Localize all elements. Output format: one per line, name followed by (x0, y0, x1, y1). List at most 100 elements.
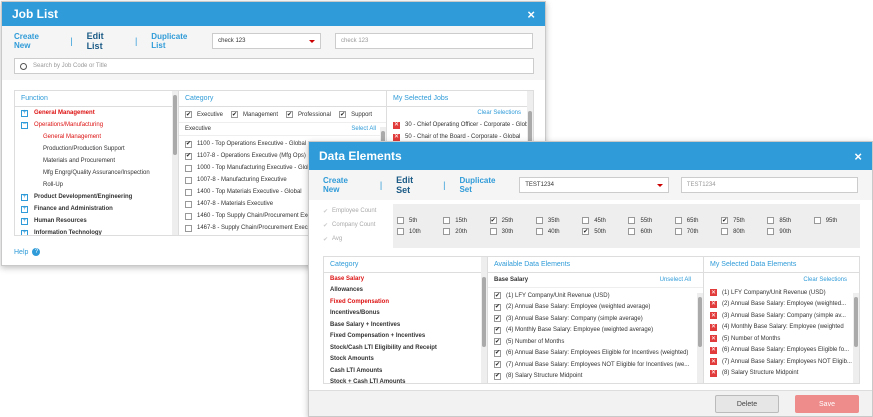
checkbox[interactable] (185, 164, 192, 172)
data-category-item[interactable]: Stock + Cash LTI Amounts (324, 377, 487, 383)
function-item[interactable]: + Human Resources (15, 215, 178, 227)
close-icon[interactable]: × (527, 7, 535, 22)
stat-option[interactable]: ✔ Avg (323, 232, 393, 246)
edit-list-link[interactable]: Edit List (87, 31, 121, 51)
percentile-option[interactable]: 35th (535, 217, 582, 224)
list-select[interactable]: check 123 (212, 33, 321, 49)
expand-icon[interactable]: + (21, 217, 28, 225)
data-category-item[interactable]: Incentives/Bonus (324, 308, 487, 320)
data-category-item[interactable]: Fixed Compensation (324, 296, 487, 308)
duplicate-list-link[interactable]: Duplicate List (151, 32, 202, 50)
percentile-option[interactable]: ✔ 25th (489, 217, 536, 224)
function-item[interactable]: Production/Production Support (15, 143, 178, 155)
checkbox[interactable]: ✔ (494, 326, 501, 334)
percentile-option[interactable]: 80th (721, 228, 767, 235)
percentile-option[interactable]: 5th (397, 217, 443, 224)
percentile-option[interactable]: 90th (767, 228, 813, 235)
checkbox[interactable] (767, 228, 775, 235)
save-button[interactable]: Save (795, 395, 859, 413)
checkbox[interactable] (628, 228, 636, 235)
unselect-all-link[interactable]: Unselect All (660, 277, 691, 283)
function-item[interactable]: + General Management (15, 107, 178, 119)
data-category-item[interactable]: Allowances (324, 285, 487, 297)
selected-elements-scrollbar[interactable] (853, 293, 859, 383)
list-name-input[interactable]: check 123 (334, 33, 533, 49)
checkbox[interactable]: ✔ (494, 349, 501, 357)
percentile-option[interactable]: ✔ 50th (582, 228, 628, 235)
data-category-item[interactable]: Fixed Compensation + Incentives (324, 331, 487, 343)
available-row[interactable]: ✔ (2) Annual Base Salary: Employee (weigh… (488, 302, 703, 314)
checkbox[interactable] (674, 228, 682, 235)
available-row[interactable]: ✔ (3) Annual Base Salary: Company (simple… (488, 313, 703, 325)
function-item[interactable]: + Information Technology (15, 227, 178, 235)
set-select[interactable]: TEST1234 (519, 177, 669, 193)
checkbox[interactable] (628, 217, 636, 224)
checkbox[interactable] (185, 188, 192, 196)
function-item[interactable]: − Operations/Manufacturing (15, 119, 178, 131)
checkbox[interactable]: ✔ (494, 361, 501, 369)
checkbox[interactable] (185, 200, 192, 208)
checkbox[interactable] (582, 217, 590, 224)
percentile-option[interactable]: 15th (443, 217, 489, 224)
select-all-link[interactable]: Select All (351, 126, 376, 132)
data-category-item[interactable]: Base Salary + Incentives (324, 319, 487, 331)
checkbox[interactable]: ✔ (494, 292, 501, 300)
remove-icon[interactable]: ✕ (710, 369, 717, 377)
checkbox[interactable]: ✔ (185, 140, 192, 148)
remove-icon[interactable]: ✕ (393, 121, 400, 129)
help-link[interactable]: Help ? (14, 248, 41, 256)
data-category-item[interactable]: Stock Amounts (324, 354, 487, 366)
checkbox[interactable] (443, 217, 451, 224)
category-check[interactable]: ✔ Executive (185, 111, 223, 118)
checkbox[interactable]: ✔ (231, 111, 239, 118)
delete-button[interactable]: Delete (715, 395, 779, 413)
data-category-item[interactable]: Stock/Cash LTI Eligibility and Receipt (324, 342, 487, 354)
duplicate-set-link[interactable]: Duplicate Set (459, 176, 509, 194)
checkbox[interactable] (535, 228, 543, 235)
percentile-option[interactable]: 60th (628, 228, 674, 235)
checkbox[interactable] (674, 217, 682, 224)
expand-icon[interactable]: + (21, 193, 28, 201)
checkbox[interactable] (397, 217, 404, 224)
expand-icon[interactable]: + (21, 205, 28, 213)
available-scrollbar[interactable] (697, 293, 703, 383)
checkbox[interactable]: ✔ (494, 315, 501, 323)
data-category-scrollbar[interactable] (481, 257, 487, 383)
percentile-option[interactable]: 45th (582, 217, 628, 224)
checkbox[interactable]: ✔ (494, 338, 501, 346)
available-row[interactable]: ✔ (7) Annual Base Salary: Employees NOT E… (488, 359, 703, 371)
function-item[interactable]: + Product Development/Engineering (15, 191, 178, 203)
available-row[interactable]: ✔ (8) Salary Structure Midpoint (488, 371, 703, 383)
checkbox[interactable] (397, 228, 404, 235)
stat-option[interactable]: ✔ Employee Count (323, 204, 393, 218)
percentile-option[interactable]: 10th (397, 228, 443, 235)
create-new-link[interactable]: Create New (323, 176, 366, 194)
checkbox[interactable]: ✔ (185, 111, 192, 118)
remove-icon[interactable]: ✕ (710, 289, 717, 297)
checkbox[interactable] (813, 217, 821, 224)
checkbox[interactable] (535, 217, 543, 224)
remove-icon[interactable]: ✕ (393, 133, 400, 141)
percentile-option[interactable]: 30th (489, 228, 536, 235)
edit-set-link[interactable]: Edit Set (396, 175, 429, 195)
function-item[interactable]: Materials and Procurement (15, 155, 178, 167)
remove-icon[interactable]: ✕ (710, 323, 717, 331)
checkbox[interactable]: ✔ (494, 372, 501, 380)
remove-icon[interactable]: ✕ (710, 312, 717, 320)
remove-icon[interactable]: ✕ (710, 358, 717, 366)
expand-icon[interactable]: + (21, 109, 28, 117)
expand-icon[interactable]: + (21, 229, 28, 235)
checkbox[interactable] (721, 228, 729, 235)
checkbox[interactable]: ✔ (494, 303, 501, 311)
checkbox[interactable] (185, 176, 192, 184)
percentile-option[interactable]: 95th (813, 217, 860, 224)
close-icon[interactable]: × (854, 149, 862, 164)
checkbox[interactable]: ✔ (721, 217, 729, 224)
function-item[interactable]: + Finance and Administration (15, 203, 178, 215)
create-new-link[interactable]: Create New (14, 32, 56, 50)
percentile-option[interactable]: 70th (674, 228, 721, 235)
function-item[interactable]: Roll-Up (15, 179, 178, 191)
checkbox[interactable]: ✔ (185, 152, 192, 160)
available-row[interactable]: ✔ (4) Monthly Base Salary: Employee (weig… (488, 325, 703, 337)
checkbox[interactable]: ✔ (286, 111, 294, 118)
